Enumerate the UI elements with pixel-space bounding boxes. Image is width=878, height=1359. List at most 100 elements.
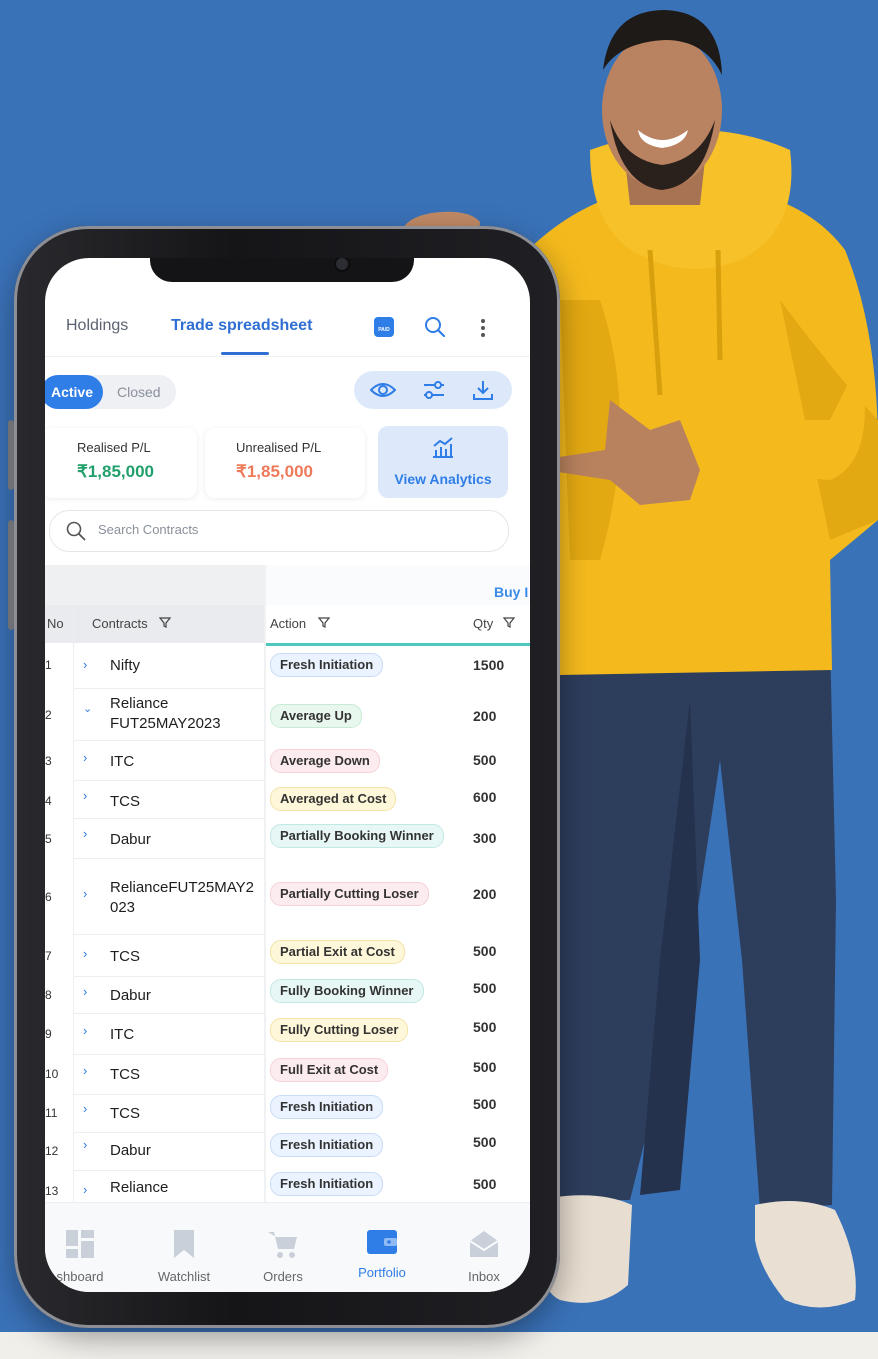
chevron-right-icon[interactable]: › — [83, 788, 87, 803]
tab-active-indicator — [221, 352, 269, 355]
chevron-right-icon[interactable]: › — [83, 1023, 87, 1038]
column-divider — [73, 605, 74, 1205]
col-header-qty[interactable]: Qty — [473, 616, 516, 631]
row-divider — [73, 1132, 264, 1133]
row-divider — [73, 858, 264, 859]
download-icon[interactable] — [472, 379, 494, 401]
nav-orders-label: Orders — [263, 1269, 303, 1284]
row-divider — [73, 934, 264, 935]
search-icon[interactable] — [424, 316, 446, 338]
nav-portfolio[interactable]: Portfolio — [337, 1227, 427, 1280]
chevron-right-icon[interactable]: › — [83, 826, 87, 841]
contract-name: Reliance FUT25MAY2023 — [110, 695, 221, 732]
contract-name: TCS — [110, 1066, 140, 1083]
chevron-right-icon[interactable]: › — [83, 886, 87, 901]
action-badge: Fresh Initiation — [270, 1095, 384, 1119]
nav-orders[interactable]: Orders — [238, 1229, 328, 1284]
toggle-closed[interactable]: Closed — [117, 375, 161, 409]
chevron-right-icon[interactable]: › — [83, 1101, 87, 1116]
row-number: 6 — [45, 890, 52, 904]
row-divider — [73, 1094, 264, 1095]
row-number: 13 — [45, 1184, 59, 1198]
row-qty: 500 — [473, 752, 497, 768]
tab-holdings[interactable]: Holdings — [66, 317, 128, 335]
search-icon — [66, 521, 86, 541]
row-number: 1 — [45, 658, 52, 672]
row-qty: 500 — [473, 1019, 497, 1035]
action-badge: Partially Booking Winner — [270, 824, 444, 848]
contract-name: ITC — [110, 753, 135, 770]
row-qty: 1500 — [473, 657, 505, 673]
chevron-right-icon[interactable]: › — [83, 1063, 87, 1078]
nav-dashboard[interactable]: shboard — [45, 1229, 125, 1284]
col-header-contracts-label: Contracts — [92, 616, 148, 631]
col-header-qty-label: Qty — [473, 616, 494, 631]
sliders-icon[interactable] — [422, 379, 446, 401]
tab-trade-spreadsheet[interactable]: Trade spreadsheet — [171, 317, 312, 335]
phone-side-button — [8, 520, 14, 630]
col-header-contracts[interactable]: Contracts — [92, 616, 172, 631]
contract-name: Dabur — [110, 831, 151, 848]
chevron-right-icon[interactable]: › — [83, 750, 87, 765]
unrealised-pl-value: ₹1,85,000 — [236, 462, 313, 481]
header-divider — [45, 356, 530, 357]
more-vertical-icon[interactable] — [479, 317, 487, 339]
filter-icon[interactable] — [317, 617, 331, 628]
row-qty: 500 — [473, 1059, 497, 1075]
view-analytics-label: View Analytics — [394, 471, 492, 487]
col-header-action[interactable]: Action — [270, 616, 331, 631]
chevron-down-icon[interactable]: ⌄ — [83, 702, 92, 715]
analytics-chart-icon — [433, 437, 453, 458]
nav-inbox[interactable]: Inbox — [439, 1229, 529, 1284]
row-qty: 500 — [473, 980, 497, 996]
chevron-right-icon[interactable]: › — [83, 1182, 87, 1197]
chevron-right-icon[interactable]: › — [83, 657, 87, 672]
action-badge: Fresh Initiation — [270, 653, 384, 677]
col-header-action-label: Action — [270, 616, 307, 631]
nav-watchlist[interactable]: Watchlist — [139, 1229, 229, 1284]
action-badge: Partial Exit at Cost — [270, 940, 405, 964]
toggle-active[interactable]: Active — [45, 375, 103, 409]
eye-icon[interactable] — [370, 381, 396, 399]
phone-side-button — [8, 420, 14, 490]
contract-name: TCS — [110, 1105, 140, 1122]
unrealised-pl-card: Unrealised P/L ₹1,85,000 — [205, 428, 365, 498]
row-qty: 500 — [473, 1134, 497, 1150]
realised-pl-label: Realised P/L — [77, 440, 151, 455]
phone-screen: Holdings Trade spreadsheet PA/D Active C… — [45, 258, 530, 1292]
dashboard-icon — [66, 1230, 94, 1258]
action-badge: Averaged at Cost — [270, 787, 397, 811]
nav-watchlist-label: Watchlist — [157, 1269, 211, 1284]
bottom-nav: shboard Watchlist Orders Portfolio Inbox — [45, 1202, 530, 1292]
action-badge: Fully Cutting Loser — [270, 1018, 409, 1042]
filter-icon[interactable] — [159, 617, 172, 628]
filter-icon[interactable] — [502, 617, 516, 628]
row-number: 3 — [45, 754, 52, 768]
bottom-strip — [0, 1332, 878, 1359]
front-camera — [336, 258, 348, 270]
row-number: 8 — [45, 988, 52, 1002]
realised-pl-value: ₹1,85,000 — [77, 462, 154, 481]
nav-portfolio-label: Portfolio — [358, 1265, 406, 1280]
contract-name: TCS — [110, 948, 140, 965]
row-number: 5 — [45, 832, 52, 846]
row-divider — [73, 780, 264, 781]
nav-inbox-label: Inbox — [468, 1269, 500, 1284]
contract-name: Dabur — [110, 1142, 151, 1159]
row-qty: 200 — [473, 886, 497, 902]
chevron-right-icon[interactable]: › — [83, 946, 87, 961]
buy-group-label: Buy I — [494, 584, 529, 600]
chevron-right-icon[interactable]: › — [83, 984, 87, 999]
search-contracts-input[interactable] — [96, 521, 480, 538]
phone-notch — [150, 258, 414, 282]
view-analytics-button[interactable]: View Analytics — [378, 426, 508, 498]
inbox-icon — [469, 1231, 499, 1257]
table-group-header-right — [266, 565, 530, 605]
row-qty: 500 — [473, 943, 497, 959]
search-contracts-box — [49, 510, 509, 552]
pa-badge-icon[interactable]: PA/D — [374, 317, 394, 337]
chevron-right-icon[interactable]: › — [83, 1137, 87, 1152]
row-number: 2 — [45, 708, 52, 722]
row-number: 11 — [45, 1106, 58, 1120]
contract-name: ITC — [110, 1026, 135, 1043]
